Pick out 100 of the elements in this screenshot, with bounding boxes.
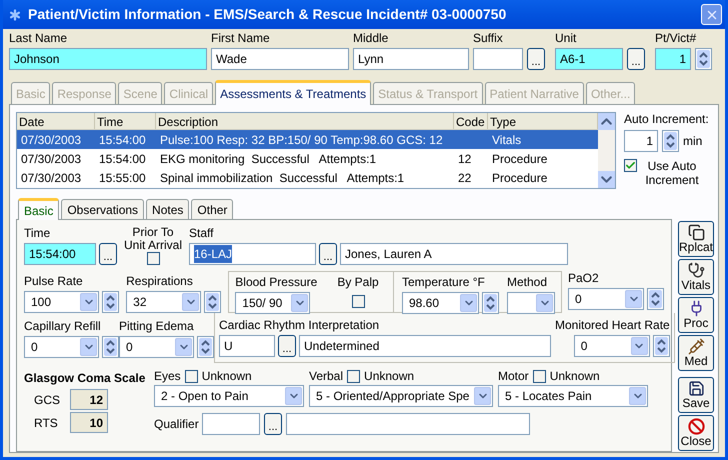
text-field[interactable]: U [219, 335, 275, 357]
spin-button[interactable] [482, 292, 499, 314]
stethoscope-icon [688, 262, 704, 279]
field-label: Monitored Heart Rate [555, 318, 670, 332]
score-value: 10 [70, 412, 108, 433]
checkbox[interactable] [146, 252, 160, 265]
no-entry-icon [688, 418, 704, 435]
dropdown-arrow-button[interactable] [285, 387, 302, 405]
tab[interactable]: Notes [146, 199, 190, 219]
tab[interactable]: Basic [18, 198, 60, 220]
lookup-button[interactable]: ... [527, 48, 545, 70]
dropdown-arrow-button[interactable] [460, 294, 477, 312]
column-header[interactable]: Description [156, 113, 454, 129]
column-header[interactable]: Time [95, 113, 156, 129]
vertical-scrollbar[interactable] [598, 113, 615, 188]
lookup-button[interactable]: ... [278, 335, 296, 357]
dropdown-arrow-button[interactable] [625, 290, 642, 308]
dropdown-field[interactable]: 98.60 [402, 292, 479, 314]
text-field[interactable] [286, 413, 530, 435]
spin-button[interactable] [695, 48, 712, 70]
dropdown-field[interactable]: 32 [126, 291, 202, 313]
field-label: Middle [353, 31, 390, 45]
field-label: Prior To Unit Arrival [122, 226, 183, 252]
side-button[interactable]: Vitals [678, 259, 714, 295]
dropdown-field[interactable] [507, 292, 555, 314]
column-header[interactable]: Code [454, 113, 488, 129]
up-down-arrows-icon [104, 338, 117, 356]
text-field[interactable]: 15:54:00 [24, 243, 96, 265]
table-cell: Vitals [492, 132, 522, 146]
text-field[interactable]: 16-LAJ [189, 243, 316, 265]
close-button[interactable] [701, 4, 722, 25]
dropdown-field[interactable]: 2 - Open to Pain [154, 385, 304, 407]
dropdown-field[interactable]: 5 - Oriented/Appropriate Spe [309, 385, 493, 407]
list-row[interactable]: 07/30/2003 15:55:00 Spinal immobilization Successful Attempts:1 22 Procedure [17, 168, 598, 187]
side-button[interactable]: Close [678, 415, 714, 451]
dropdown-field[interactable]: 0 [119, 336, 194, 358]
up-down-arrows-icon [206, 293, 220, 311]
dropdown-field[interactable]: 0 [574, 335, 650, 357]
spin-button[interactable] [204, 291, 222, 313]
text-field[interactable]: 1 [655, 48, 691, 70]
field-label: Unknown [202, 369, 252, 383]
tab[interactable]: Other [191, 199, 234, 219]
side-button[interactable]: Med [678, 335, 714, 371]
dropdown-field[interactable]: 5 - Locates Pain [498, 385, 648, 407]
up-down-arrows-icon [664, 132, 677, 150]
checkbox[interactable] [352, 295, 364, 308]
tab[interactable]: Observations [61, 199, 144, 219]
field-label: Pt/Vict# [655, 31, 698, 45]
text-field[interactable]: Wade [211, 48, 349, 70]
dropdown-arrow-button[interactable] [182, 293, 200, 311]
list-row[interactable]: 07/30/2003 15:54:00 Pulse:100 Resp: 32 BP:150/ 90 Temp:98.60 GCS: 12 Vitals [17, 130, 598, 149]
text-field[interactable] [202, 413, 260, 435]
dropdown-arrow-button[interactable] [291, 294, 308, 312]
text-field[interactable] [473, 48, 523, 70]
dropdown-arrow-button[interactable] [630, 337, 648, 355]
field-label: Capillary Refill [24, 319, 102, 333]
dropdown-arrow-button[interactable] [629, 387, 646, 405]
lookup-button[interactable]: ... [627, 48, 645, 70]
table-cell: Spinal immobilization Successful Attempts:1 [160, 170, 404, 184]
dropdown-field[interactable]: 100 [24, 291, 99, 313]
check-icon [625, 160, 636, 171]
text-field[interactable]: Johnson [9, 48, 207, 70]
text-field[interactable]: Undetermined [299, 335, 551, 357]
dropdown-arrow-button[interactable] [536, 294, 553, 312]
checkbox[interactable] [624, 159, 637, 172]
dropdown-arrow-button[interactable] [80, 338, 97, 356]
list-row[interactable]: 07/30/2003 15:54:00 EKG monitoring Successful Attempts:1 12 Procedure [17, 149, 598, 168]
side-button[interactable]: Proc [678, 297, 714, 333]
lookup-button[interactable]: ... [319, 243, 337, 265]
text-field[interactable]: Lynn [353, 48, 469, 70]
dropdown-field[interactable]: 0 [24, 336, 99, 358]
field-label: Unknown [364, 369, 414, 383]
text-field[interactable]: Jones, Lauren A [340, 243, 568, 265]
tab[interactable]: Assessments & Treatments [215, 80, 372, 105]
checkbox[interactable] [347, 370, 360, 382]
lookup-button[interactable]: ... [99, 243, 117, 265]
dropdown-arrow-button[interactable] [175, 338, 192, 356]
table-cell: 07/30/2003 [21, 152, 82, 166]
spin-button[interactable] [647, 288, 664, 310]
checkbox[interactable] [532, 370, 546, 382]
score-label: GCS [34, 392, 60, 408]
dropdown-arrow-button[interactable] [474, 387, 491, 405]
lookup-button[interactable]: ... [264, 413, 282, 435]
spin-button[interactable] [662, 130, 679, 152]
column-header[interactable]: Date [17, 113, 95, 129]
spin-button[interactable] [652, 335, 670, 357]
text-field[interactable]: A6-1 [555, 48, 623, 70]
checkbox[interactable] [184, 370, 198, 382]
up-down-arrows-icon [654, 337, 668, 355]
field-label: Auto Increment: [624, 112, 709, 126]
spin-button[interactable] [102, 336, 119, 358]
side-button[interactable]: Rplcat [678, 221, 714, 257]
spin-button[interactable] [102, 291, 119, 313]
dropdown-field[interactable]: 150/ 90 [235, 292, 310, 314]
side-button[interactable]: Save [678, 377, 714, 413]
field-label: Pulse Rate [24, 274, 84, 288]
spin-button[interactable] [197, 336, 214, 358]
dropdown-arrow-button[interactable] [80, 293, 97, 311]
text-field[interactable]: 1 [624, 130, 658, 152]
dropdown-field[interactable]: 0 [568, 288, 644, 310]
